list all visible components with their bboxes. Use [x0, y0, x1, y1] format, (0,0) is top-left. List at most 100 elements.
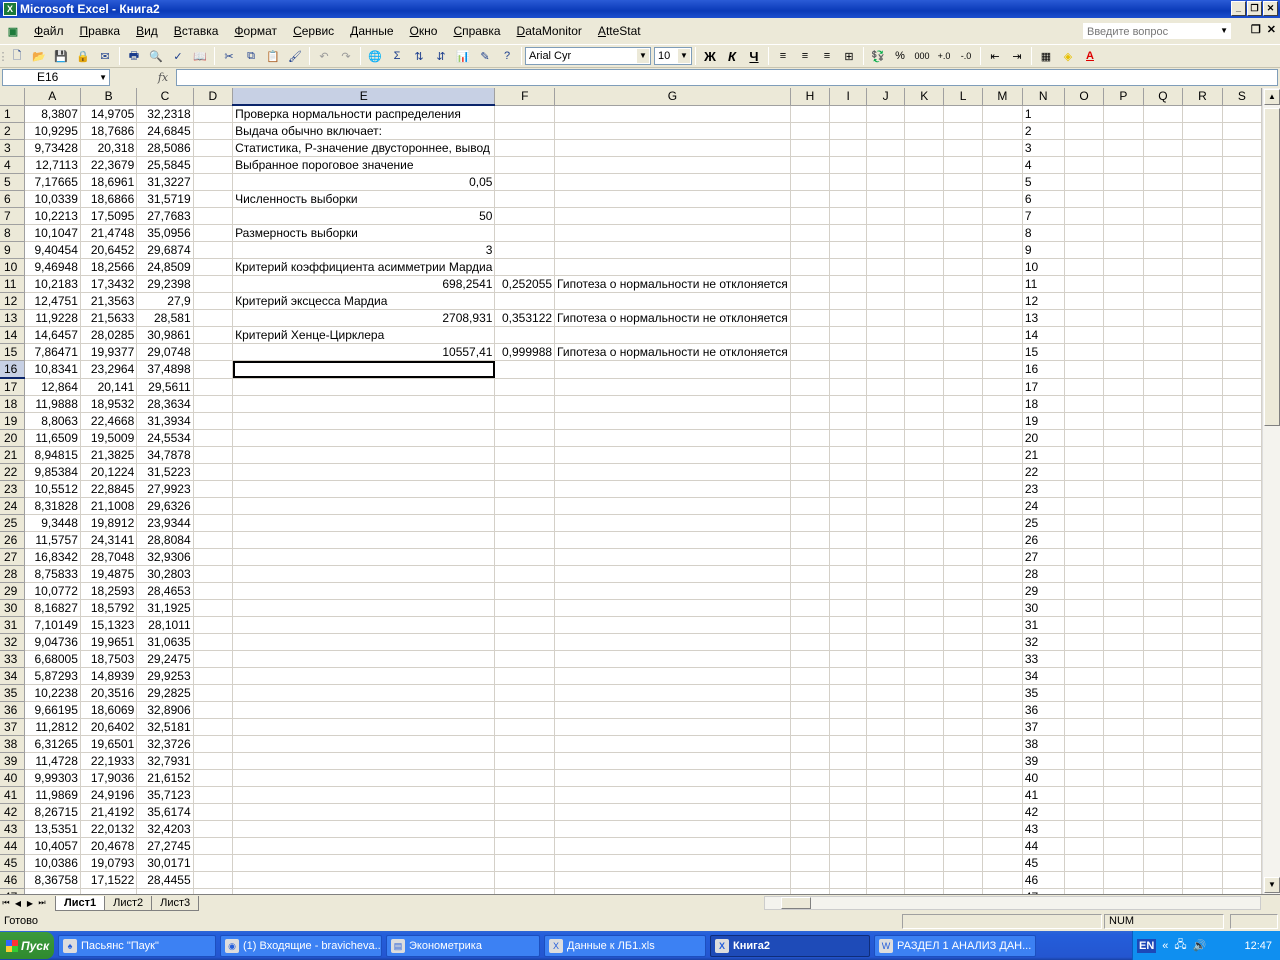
- cell-k27[interactable]: [904, 548, 945, 566]
- cell-q40[interactable]: [1143, 769, 1184, 787]
- cell-b16[interactable]: 23,2964: [80, 360, 138, 379]
- cell-q31[interactable]: [1143, 616, 1184, 634]
- cell-p6[interactable]: [1103, 190, 1144, 208]
- menu-item-3[interactable]: Вставка: [166, 21, 227, 41]
- cell-e23[interactable]: [232, 480, 496, 498]
- cell-g8[interactable]: [554, 224, 791, 242]
- column-header-g[interactable]: G: [554, 88, 791, 106]
- cell-l34[interactable]: [943, 667, 983, 685]
- cell-g46[interactable]: [554, 871, 791, 889]
- cell-r10[interactable]: [1182, 258, 1223, 276]
- cell-e41[interactable]: [232, 786, 496, 804]
- cell-p25[interactable]: [1103, 514, 1144, 532]
- cell-h42[interactable]: [790, 803, 831, 821]
- cell-q12[interactable]: [1143, 292, 1184, 310]
- cell-e39[interactable]: [232, 752, 496, 770]
- cell-j25[interactable]: [866, 514, 906, 532]
- cell-c18[interactable]: 28,3634: [136, 395, 194, 413]
- cell-g35[interactable]: [554, 684, 791, 702]
- cell-q8[interactable]: [1143, 224, 1184, 242]
- decrease-indent-icon[interactable]: ⇤: [985, 46, 1005, 66]
- row-header[interactable]: 40: [0, 769, 25, 787]
- cell-p14[interactable]: [1103, 326, 1144, 344]
- cell-a18[interactable]: 11,9888: [24, 395, 81, 413]
- cell-n42[interactable]: 42: [1022, 803, 1065, 821]
- cell-n32[interactable]: 32: [1022, 633, 1065, 651]
- cell-h22[interactable]: [790, 463, 831, 481]
- cell-a32[interactable]: 9,04736: [24, 633, 81, 651]
- cell-p33[interactable]: [1103, 650, 1144, 668]
- cell-r16[interactable]: [1182, 360, 1223, 379]
- cell-f10[interactable]: [494, 258, 556, 276]
- cell-q13[interactable]: [1143, 309, 1184, 327]
- taskbar-item-1[interactable]: ♠ Пасьянс "Паук": [58, 934, 216, 957]
- cell-i24[interactable]: [829, 497, 868, 515]
- cell-d1[interactable]: [193, 105, 234, 123]
- cell-g27[interactable]: [554, 548, 791, 566]
- cell-q6[interactable]: [1143, 190, 1184, 208]
- cell-d18[interactable]: [193, 395, 234, 413]
- cell-d42[interactable]: [193, 803, 234, 821]
- cell-m14[interactable]: [982, 326, 1023, 344]
- cell-q39[interactable]: [1143, 752, 1184, 770]
- column-header-n[interactable]: N: [1022, 88, 1065, 106]
- cell-o33[interactable]: [1064, 650, 1105, 668]
- row-header[interactable]: 14: [0, 326, 25, 344]
- cell-r9[interactable]: [1182, 241, 1223, 259]
- cell-d6[interactable]: [193, 190, 234, 208]
- cell-j17[interactable]: [866, 378, 906, 396]
- cell-l43[interactable]: [943, 820, 983, 838]
- cell-a20[interactable]: 11,6509: [24, 429, 81, 447]
- cell-h40[interactable]: [790, 769, 831, 787]
- row-header[interactable]: 7: [0, 207, 25, 225]
- cell-o2[interactable]: [1064, 122, 1105, 140]
- cell-j37[interactable]: [866, 718, 906, 736]
- cell-f8[interactable]: [494, 224, 556, 242]
- workbook-icon[interactable]: ▣: [1, 21, 25, 41]
- cell-p43[interactable]: [1103, 820, 1144, 838]
- cell-b37[interactable]: 20,6402: [80, 718, 138, 736]
- cell-q19[interactable]: [1143, 412, 1184, 430]
- cell-c40[interactable]: 21,6152: [136, 769, 194, 787]
- cell-i11[interactable]: [829, 275, 868, 293]
- cell-b23[interactable]: 22,8845: [80, 480, 138, 498]
- cell-f21[interactable]: [494, 446, 556, 464]
- cell-r33[interactable]: [1182, 650, 1223, 668]
- cell-c27[interactable]: 32,9306: [136, 548, 194, 566]
- cell-s22[interactable]: [1222, 463, 1262, 481]
- cell-b35[interactable]: 20,3516: [80, 684, 138, 702]
- row-header[interactable]: 37: [0, 718, 25, 736]
- cell-m5[interactable]: [982, 173, 1023, 191]
- cell-b30[interactable]: 18,5792: [80, 599, 138, 617]
- sheet-tab-2[interactable]: Лист2: [104, 895, 153, 911]
- start-button[interactable]: Пуск: [0, 932, 54, 959]
- cell-a12[interactable]: 12,4751: [24, 292, 81, 310]
- align-left-icon[interactable]: ≡: [773, 46, 793, 66]
- cell-n3[interactable]: 3: [1022, 139, 1065, 157]
- cell-d8[interactable]: [193, 224, 234, 242]
- cell-n39[interactable]: 39: [1022, 752, 1065, 770]
- cell-n41[interactable]: 41: [1022, 786, 1065, 804]
- cell-i17[interactable]: [829, 378, 868, 396]
- print-icon[interactable]: 🖶: [124, 46, 144, 66]
- cell-e18[interactable]: [232, 395, 496, 413]
- cell-f33[interactable]: [494, 650, 556, 668]
- cell-e10[interactable]: Критерий коэффициента асимметрии Мардиа: [232, 258, 496, 276]
- cell-g25[interactable]: [554, 514, 791, 532]
- cell-n29[interactable]: 29: [1022, 582, 1065, 600]
- cell-p15[interactable]: [1103, 343, 1144, 361]
- cell-r4[interactable]: [1182, 156, 1223, 174]
- cell-e40[interactable]: [232, 769, 496, 787]
- row-header[interactable]: 1: [0, 105, 25, 123]
- cell-o35[interactable]: [1064, 684, 1105, 702]
- cell-q41[interactable]: [1143, 786, 1184, 804]
- cell-d45[interactable]: [193, 854, 234, 872]
- cell-e34[interactable]: [232, 667, 496, 685]
- cell-e45[interactable]: [232, 854, 496, 872]
- cell-k25[interactable]: [904, 514, 945, 532]
- cell-i13[interactable]: [829, 309, 868, 327]
- cell-a46[interactable]: 8,36758: [24, 871, 81, 889]
- cell-m44[interactable]: [982, 837, 1023, 855]
- row-header[interactable]: 2: [0, 122, 25, 140]
- cell-e37[interactable]: [232, 718, 496, 736]
